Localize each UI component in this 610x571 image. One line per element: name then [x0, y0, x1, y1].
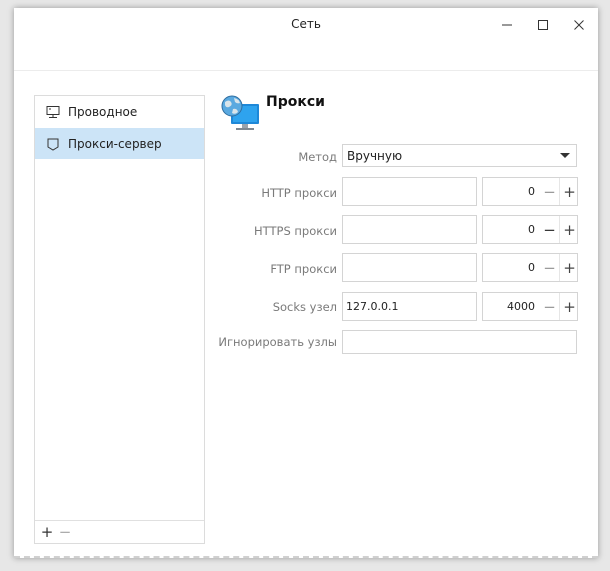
- method-dropdown[interactable]: Вручную: [342, 144, 577, 167]
- ftp-proxy-label: FTP прокси: [270, 262, 337, 276]
- sidebar-item-wired[interactable]: Проводное: [35, 96, 204, 127]
- http-port-increment-button[interactable]: +: [559, 178, 579, 205]
- sidebar-item-label: Проводное: [68, 104, 138, 119]
- minimize-button[interactable]: [496, 14, 518, 36]
- ignore-hosts-input[interactable]: [342, 330, 577, 354]
- ftp-proxy-port-spinbox[interactable]: 0 − +: [482, 253, 578, 282]
- section-heading: Прокси: [266, 94, 325, 110]
- method-label: Метод: [298, 150, 337, 164]
- close-button[interactable]: [568, 14, 590, 36]
- socks-port-increment-button[interactable]: +: [559, 293, 579, 320]
- https-port-increment-button[interactable]: +: [559, 216, 579, 243]
- socks-port-decrement-button[interactable]: −: [540, 293, 559, 320]
- minimize-icon: [502, 24, 512, 26]
- globe-monitor-icon: [219, 94, 261, 134]
- sidebar-item-proxy[interactable]: Прокси-сервер: [35, 128, 204, 159]
- https-proxy-port-spinbox[interactable]: 0 − +: [482, 215, 578, 244]
- https-proxy-port-value[interactable]: 0: [483, 216, 539, 243]
- method-value: Вручную: [347, 148, 403, 163]
- http-port-decrement-button[interactable]: −: [540, 178, 559, 205]
- toolbar-area: [14, 42, 598, 71]
- add-connection-button[interactable]: +: [38, 523, 56, 541]
- wired-network-icon: [45, 104, 61, 120]
- title-bar[interactable]: Сеть: [14, 8, 598, 42]
- chevron-down-icon: [560, 153, 570, 158]
- http-proxy-host-input[interactable]: [342, 177, 477, 206]
- https-proxy-label: HTTPS прокси: [254, 224, 337, 238]
- http-proxy-port-value[interactable]: 0: [483, 178, 539, 205]
- sidebar-item-label: Прокси-сервер: [68, 136, 162, 151]
- sidebar-footer: + −: [35, 520, 204, 543]
- socks-port-value[interactable]: 4000: [483, 293, 539, 320]
- ftp-proxy-port-value[interactable]: 0: [483, 254, 539, 281]
- remove-connection-button[interactable]: −: [56, 523, 74, 541]
- socks-port-spinbox[interactable]: 4000 − +: [482, 292, 578, 321]
- ftp-proxy-host-input[interactable]: [342, 253, 477, 282]
- socks-host-input[interactable]: [342, 292, 477, 321]
- https-port-decrement-button[interactable]: −: [540, 216, 559, 243]
- connections-sidebar: Проводное Прокси-сервер + −: [34, 95, 205, 544]
- ignore-hosts-label: Игнорировать узлы: [218, 335, 337, 349]
- ftp-port-decrement-button[interactable]: −: [540, 254, 559, 281]
- maximize-icon: [538, 20, 548, 30]
- https-proxy-host-input[interactable]: [342, 215, 477, 244]
- network-window: Сеть Проводное Прокси-сервер + − Прокси …: [14, 8, 598, 558]
- proxy-icon: [45, 136, 61, 152]
- ftp-port-increment-button[interactable]: +: [559, 254, 579, 281]
- http-proxy-label: HTTP прокси: [261, 186, 337, 200]
- close-icon: [574, 20, 584, 30]
- maximize-button[interactable]: [532, 14, 554, 36]
- socks-host-label: Socks узел: [272, 300, 337, 314]
- http-proxy-port-spinbox[interactable]: 0 − +: [482, 177, 578, 206]
